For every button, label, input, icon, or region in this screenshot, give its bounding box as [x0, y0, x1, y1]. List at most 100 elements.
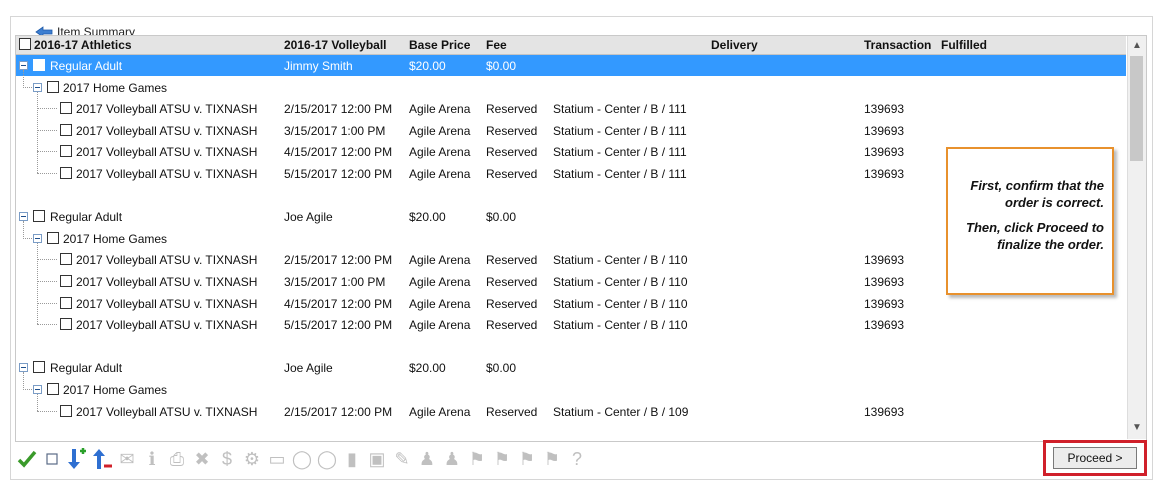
group-row[interactable]: Regular Adult Jimmy Smith $20.00 $0.00	[16, 55, 1126, 76]
item-row[interactable]: 2017 Volleyball ATSU v. TIXNASH 2/15/2017…	[16, 98, 1126, 119]
group-row[interactable]: Regular Adult Joe Agile $20.00 $0.00	[16, 357, 1126, 378]
subgroup-checkbox[interactable]	[47, 383, 59, 395]
col-transaction[interactable]: Transaction	[864, 38, 931, 52]
vertical-scrollbar[interactable]: ▲ ▼	[1127, 36, 1146, 439]
move-down-icon[interactable]	[66, 448, 88, 470]
item-seat: Statium - Center / B / 111	[553, 145, 687, 160]
move-up-icon[interactable]	[91, 448, 113, 470]
check-all-icon[interactable]	[16, 448, 38, 470]
grid-header: 2016-17 Athletics 2016-17 Volleyball Bas…	[16, 36, 1126, 55]
item-checkbox[interactable]	[60, 404, 72, 417]
item-date: 5/15/2017 12:00 PM	[284, 167, 393, 181]
item-date: 3/15/2017 1:00 PM	[284, 123, 386, 138]
base-price: $20.00	[409, 210, 446, 225]
header-select-all-checkbox[interactable]	[19, 38, 31, 50]
subgroup-label: 2017 Home Games	[63, 383, 168, 397]
tag-icon: ⚑	[468, 448, 486, 469]
item-checkbox[interactable]	[60, 145, 72, 158]
subgroup-checkbox[interactable]	[47, 80, 59, 93]
tag-remove-icon: ⚑	[518, 448, 536, 469]
item-type: Reserved	[486, 404, 538, 419]
item-type: Reserved	[486, 145, 538, 160]
item-date: 2/15/2017 12:00 PM	[284, 253, 393, 268]
item-checkbox[interactable]	[60, 253, 72, 266]
col-event[interactable]: 2016-17 Athletics	[34, 38, 132, 52]
item-seat: Statium - Center / B / 111	[553, 123, 687, 138]
item-transaction: 139693	[864, 102, 905, 117]
subgroup-row[interactable]: 2017 Home Games	[16, 77, 1126, 98]
delete-icon: ✖	[194, 448, 210, 469]
item-transaction: 139693	[864, 318, 905, 333]
item-venue: Agile Arena	[409, 296, 471, 311]
patron-name: Jimmy Smith	[284, 59, 353, 73]
item-checkbox[interactable]	[60, 102, 72, 115]
item-checkbox[interactable]	[60, 275, 72, 287]
tag-add-icon: ⚑	[543, 448, 561, 469]
info-icon: ℹ	[148, 448, 156, 469]
help-icon: ?	[571, 448, 582, 469]
group-label: Regular Adult	[50, 210, 123, 225]
item-row[interactable]: 2017 Volleyball ATSU v. TIXNASH 5/15/2017…	[16, 314, 1126, 335]
collapse-toggle-icon[interactable]	[33, 385, 42, 394]
col-patron[interactable]: 2016-17 Volleyball	[284, 38, 387, 52]
item-row[interactable]: 2017 Volleyball ATSU v. TIXNASH 3/15/2017…	[16, 120, 1126, 141]
group-checkbox[interactable]	[33, 361, 45, 374]
mail-icon: ✉	[119, 448, 135, 469]
group-label: Regular Adult	[50, 361, 123, 376]
item-name: 2017 Volleyball ATSU v. TIXNASH	[76, 102, 258, 117]
collapse-toggle-icon[interactable]	[33, 82, 42, 92]
item-name: 2017 Volleyball ATSU v. TIXNASH	[76, 253, 258, 268]
tree-line	[23, 237, 32, 239]
ticket-icon: ◯	[291, 448, 313, 469]
collapse-toggle-icon[interactable]	[19, 212, 28, 222]
item-type: Reserved	[486, 167, 538, 181]
col-fee[interactable]: Fee	[486, 38, 507, 52]
item-date: 4/15/2017 12:00 PM	[284, 145, 393, 160]
proceed-button[interactable]: Proceed >	[1053, 447, 1137, 469]
collapse-toggle-icon[interactable]	[33, 233, 42, 243]
item-checkbox[interactable]	[60, 167, 72, 179]
item-date: 5/15/2017 12:00 PM	[284, 318, 393, 333]
print-icon: ⎙	[169, 448, 185, 469]
item-transaction: 139693	[864, 404, 905, 419]
item-checkbox[interactable]	[60, 296, 72, 309]
item-name: 2017 Volleyball ATSU v. TIXNASH	[76, 404, 258, 419]
tree-line	[23, 221, 24, 239]
subgroup-row[interactable]: 2017 Home Games	[16, 379, 1126, 400]
group-checkbox[interactable]	[33, 210, 45, 223]
base-price: $20.00	[409, 361, 446, 376]
collapse-toggle-icon[interactable]	[19, 61, 28, 70]
patron-edit-icon: ♟	[443, 448, 461, 469]
note-icon: ✎	[394, 448, 410, 469]
tree-line	[37, 394, 38, 411]
col-base-price[interactable]: Base Price	[409, 38, 470, 52]
item-venue: Agile Arena	[409, 145, 471, 160]
tree-line	[37, 259, 57, 261]
item-name: 2017 Volleyball ATSU v. TIXNASH	[76, 123, 258, 138]
item-venue: Agile Arena	[409, 253, 471, 268]
item-row[interactable]: 2017 Volleyball ATSU v. TIXNASH 4/15/2017…	[16, 293, 1126, 314]
subgroup-checkbox[interactable]	[47, 231, 59, 244]
item-checkbox[interactable]	[60, 123, 72, 136]
uncheck-all-icon[interactable]	[41, 448, 63, 470]
col-delivery[interactable]: Delivery	[711, 38, 758, 52]
group-checkbox[interactable]	[33, 59, 45, 71]
tree-line	[37, 108, 57, 110]
scroll-down-icon[interactable]: ▼	[1132, 422, 1142, 433]
scroll-up-icon[interactable]: ▲	[1132, 40, 1142, 51]
tree-line	[37, 129, 57, 131]
item-checkbox[interactable]	[60, 318, 72, 331]
item-row[interactable]: 2017 Volleyball ATSU v. TIXNASH 2/15/2017…	[16, 401, 1126, 422]
item-name: 2017 Volleyball ATSU v. TIXNASH	[76, 275, 258, 289]
item-transaction: 139693	[864, 167, 905, 181]
subgroup-label: 2017 Home Games	[63, 231, 168, 246]
scroll-thumb[interactable]	[1130, 56, 1143, 161]
col-fulfilled[interactable]: Fulfilled	[941, 38, 987, 52]
item-name: 2017 Volleyball ATSU v. TIXNASH	[76, 318, 258, 333]
item-seat: Statium - Center / B / 110	[553, 275, 688, 289]
payment-icon: ⚙	[243, 448, 261, 469]
collapse-toggle-icon[interactable]	[19, 363, 28, 373]
patron-name: Joe Agile	[284, 210, 333, 225]
item-type: Reserved	[486, 275, 538, 289]
item-type: Reserved	[486, 123, 538, 138]
